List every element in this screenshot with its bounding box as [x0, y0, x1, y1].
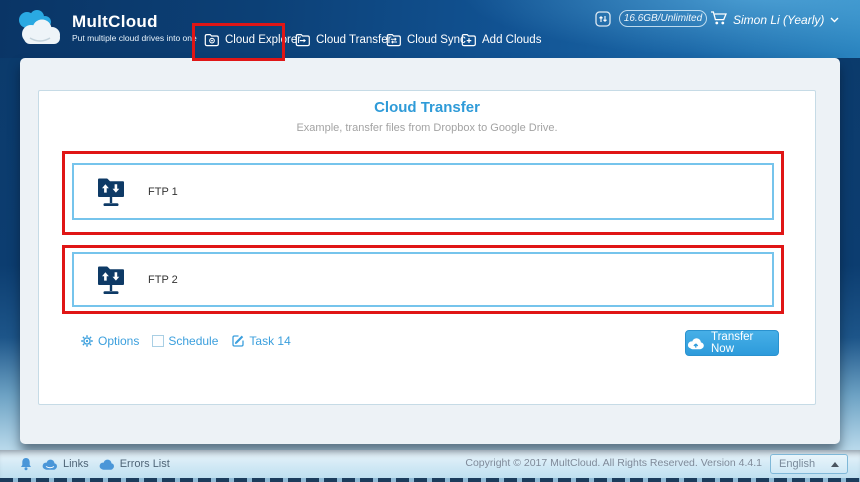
user-name: Simon Li (Yearly): [733, 13, 825, 27]
schedule-label: Schedule: [168, 334, 219, 348]
storage-usage-badge[interactable]: 16.6GB/Unlimited: [619, 10, 707, 27]
schedule-checkbox[interactable]: [152, 335, 165, 347]
page-subtitle: Example, transfer files from Dropbox to …: [296, 122, 558, 134]
multcloud-logo-icon[interactable]: [14, 7, 66, 51]
annotation-box-ftp1: [62, 151, 784, 235]
options-link[interactable]: Options: [80, 334, 139, 348]
annotation-box-cloud-explorer: [192, 23, 285, 61]
task-label: Task 14: [249, 334, 291, 348]
language-select[interactable]: English: [770, 454, 848, 474]
traffic-icon[interactable]: [595, 11, 611, 27]
nav-cloud-transfer[interactable]: Cloud Transfer: [295, 26, 391, 54]
errors-list-button[interactable]: Errors List: [98, 458, 170, 470]
chevron-down-icon: [830, 17, 839, 23]
cart-icon[interactable]: [710, 10, 728, 26]
gear-icon: [80, 334, 94, 348]
edit-task-icon: [231, 334, 245, 348]
options-label: Options: [98, 334, 140, 348]
screenshot-edge-artifact: [0, 478, 860, 482]
folder-transfer-icon: [295, 33, 311, 47]
notifications-bell-icon[interactable]: [20, 457, 32, 471]
errors-list-label: Errors List: [119, 458, 170, 470]
nav-label: Cloud Transfer: [316, 34, 392, 46]
annotation-box-ftp2: [62, 245, 784, 314]
copyright-text: Copyright © 2017 MultCloud. All Rights R…: [465, 457, 762, 469]
transfer-now-button[interactable]: Transfer Now: [685, 330, 779, 356]
language-value: English: [779, 458, 816, 470]
nav-add-clouds[interactable]: Add Clouds: [461, 26, 541, 54]
footer-links: Links Errors List: [20, 450, 170, 478]
links-button[interactable]: Links: [41, 458, 89, 470]
brand-tagline: Put multiple cloud drives into one: [72, 33, 197, 43]
nav-cloud-sync[interactable]: Cloud Sync: [386, 26, 466, 54]
transfer-now-label: Transfer Now: [711, 331, 754, 355]
nav-label: Cloud Sync: [407, 34, 466, 46]
footer: Links Errors List Copyright © 2017 MultC…: [0, 450, 860, 478]
page-title: Cloud Transfer: [374, 99, 480, 116]
chevron-up-icon: [831, 461, 839, 467]
nav-label: Add Clouds: [482, 34, 542, 46]
cloud-links-icon: [41, 459, 58, 470]
cloud-errors-icon: [98, 459, 115, 470]
brand-name: MultCloud: [72, 12, 158, 31]
task-name-link[interactable]: Task 14: [231, 334, 291, 348]
folder-sync-icon: [386, 33, 402, 47]
multcloud-app: MultCloud Put multiple cloud drives into…: [0, 0, 860, 482]
cloud-upload-icon: [686, 337, 705, 350]
schedule-option[interactable]: Schedule: [152, 334, 218, 348]
options-row: Options Schedule Task 14: [80, 334, 291, 348]
links-label: Links: [63, 458, 89, 470]
folder-add-icon: [461, 33, 477, 47]
user-menu[interactable]: Simon Li (Yearly): [733, 13, 839, 27]
header: MultCloud Put multiple cloud drives into…: [0, 0, 860, 61]
